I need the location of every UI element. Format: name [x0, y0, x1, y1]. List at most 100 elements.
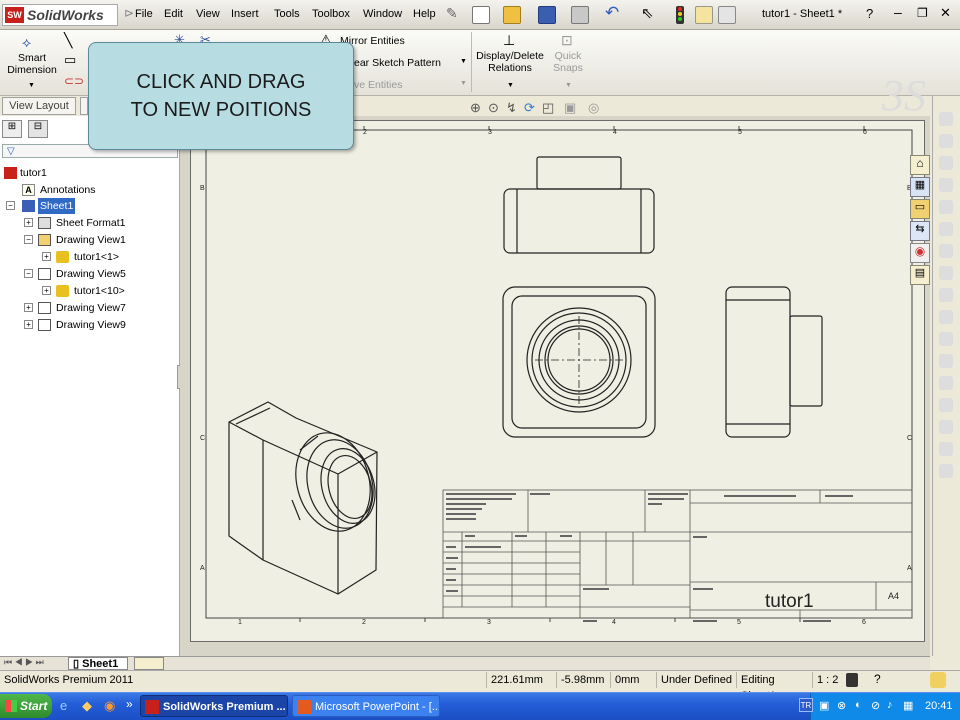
tool-icon[interactable]: [939, 442, 953, 456]
rebuild-traffic-light-icon[interactable]: [676, 6, 684, 24]
line-icon[interactable]: ╲: [64, 32, 72, 49]
tray-icon[interactable]: ◐: [855, 699, 862, 711]
design-library-icon[interactable]: ▦: [910, 177, 930, 197]
rebuild-icon[interactable]: ⟳: [524, 100, 535, 116]
sheet-nav-icons[interactable]: ⏮ ◀ ▶ ⏭: [4, 657, 44, 668]
tool-icon[interactable]: [939, 244, 953, 258]
move-entities-button[interactable]: ve Entities: [354, 79, 402, 91]
drawing-view-isometric[interactable]: [228, 401, 383, 595]
language-indicator[interactable]: TR: [799, 698, 813, 712]
smart-dimension-button[interactable]: Smart Dimension: [4, 52, 60, 76]
drawing-view-right[interactable]: [725, 286, 823, 438]
print-icon[interactable]: [571, 6, 589, 24]
menu-insert[interactable]: Insert: [231, 8, 259, 20]
menu-toolbox[interactable]: Toolbox: [312, 8, 350, 20]
chevron-down-icon[interactable]: ▼: [28, 82, 35, 89]
menu-help[interactable]: Help: [413, 8, 436, 20]
previous-view-icon[interactable]: ↯: [506, 100, 517, 116]
property-manager-tab-icon[interactable]: ⊟: [28, 120, 48, 138]
menu-file[interactable]: File: [135, 8, 153, 20]
rebuild-status-icon[interactable]: [846, 673, 858, 687]
undo-icon[interactable]: ↶: [605, 3, 619, 23]
collapse-icon[interactable]: −: [6, 201, 15, 210]
menu-window[interactable]: Window: [363, 8, 402, 20]
options-icon[interactable]: [718, 6, 736, 24]
home-icon[interactable]: ⌂: [910, 155, 930, 175]
linear-sketch-pattern-button[interactable]: ear Sketch Pattern: [354, 57, 441, 69]
tray-icon[interactable]: ▣: [819, 699, 829, 712]
quicklaunch-more-icon[interactable]: »: [126, 697, 133, 711]
expand-icon[interactable]: +: [24, 218, 33, 227]
tray-icon[interactable]: ⊘: [871, 699, 880, 712]
slot-icon[interactable]: ⊂⊃: [64, 74, 84, 88]
tray-icon[interactable]: ▦: [903, 699, 913, 712]
tab-next[interactable]: [80, 97, 88, 115]
hide-show-icon[interactable]: ◎: [588, 100, 599, 116]
solidworks-logo[interactable]: SW SolidWorks: [2, 4, 118, 26]
clock[interactable]: 20:41: [925, 700, 953, 712]
restore-icon[interactable]: ❐: [917, 6, 928, 20]
tool-icon[interactable]: [939, 134, 953, 148]
minimize-icon[interactable]: –: [894, 4, 902, 20]
tool-icon[interactable]: [939, 266, 953, 280]
start-button[interactable]: Start: [0, 694, 52, 718]
quicklaunch-icon[interactable]: ◆: [82, 698, 92, 714]
expand-icon[interactable]: +: [24, 320, 33, 329]
help-icon[interactable]: ?: [866, 6, 873, 21]
chevron-down-icon[interactable]: ▼: [460, 80, 467, 87]
taskbar-solidworks[interactable]: SolidWorks Premium ...: [140, 695, 288, 717]
tool-icon[interactable]: [939, 420, 953, 434]
tree-item-drawing-view7[interactable]: Drawing View7: [56, 300, 126, 316]
tool-icon[interactable]: [939, 178, 953, 192]
menu-tools[interactable]: Tools: [274, 8, 300, 20]
tray-icon[interactable]: ⊗: [837, 699, 846, 712]
drawing-canvas[interactable]: 2 3 4 5 6 1 2 3 4 5 6 B B C C A A: [190, 120, 925, 642]
menu-edit[interactable]: Edit: [164, 8, 183, 20]
help-status-icon[interactable]: ?: [874, 672, 881, 686]
collapse-icon[interactable]: −: [24, 269, 33, 278]
tree-root-label[interactable]: tutor1: [20, 165, 47, 181]
expand-icon[interactable]: +: [42, 252, 51, 261]
volume-icon[interactable]: ♪: [887, 699, 893, 711]
expand-icon[interactable]: +: [24, 303, 33, 312]
tool-icon[interactable]: [939, 112, 953, 126]
close-icon[interactable]: ✕: [940, 5, 951, 21]
view-palette-icon[interactable]: ⇆: [910, 221, 930, 241]
tree-item-drawing-view5[interactable]: Drawing View5: [56, 266, 126, 282]
rapid-dimension-icon[interactable]: [930, 672, 946, 688]
expand-icon[interactable]: +: [42, 286, 51, 295]
file-properties-icon[interactable]: [695, 6, 713, 24]
tool-icon[interactable]: [939, 354, 953, 368]
status-scale[interactable]: 1 : 2: [812, 672, 844, 688]
firefox-quicklaunch-icon[interactable]: ◉: [104, 698, 115, 714]
tree-item-annotations[interactable]: Annotations: [40, 182, 95, 198]
tree-item-tutor1-10[interactable]: tutor1<10>: [74, 283, 125, 299]
collapse-icon[interactable]: −: [24, 235, 33, 244]
taskbar-powerpoint[interactable]: Microsoft PowerPoint - [...: [292, 695, 440, 717]
rotate-icon[interactable]: ◰: [542, 100, 554, 116]
select-arrow-icon[interactable]: ⇖: [641, 4, 654, 22]
tool-icon[interactable]: [939, 310, 953, 324]
new-document-icon[interactable]: [472, 6, 490, 24]
rectangle-icon[interactable]: ▭: [64, 52, 76, 68]
appearances-icon[interactable]: ◉: [910, 243, 930, 263]
feature-manager-tab-icon[interactable]: ⊞: [2, 120, 22, 138]
zoom-area-icon[interactable]: ⊙: [488, 100, 499, 116]
chevron-down-icon[interactable]: ▼: [460, 58, 467, 65]
drawing-view-front[interactable]: [502, 286, 656, 438]
tool-icon[interactable]: [939, 376, 953, 390]
tree-item-sheet-format1[interactable]: Sheet Format1: [56, 215, 125, 231]
display-delete-relations-button[interactable]: Display/Delete Relations: [474, 50, 546, 74]
tree-item-sheet1[interactable]: Sheet1: [38, 198, 76, 214]
tool-icon[interactable]: [939, 200, 953, 214]
pin-icon[interactable]: ✎: [446, 5, 458, 22]
tool-icon[interactable]: [939, 156, 953, 170]
quick-snaps-button[interactable]: Quick Snaps: [548, 50, 588, 74]
add-sheet-tab-icon[interactable]: [134, 657, 164, 670]
chevron-down-icon[interactable]: ▼: [507, 82, 514, 89]
tab-sheet1[interactable]: ▯ Sheet1: [68, 657, 128, 670]
drawing-view-top[interactable]: [503, 156, 655, 254]
display-style-icon[interactable]: ▣: [564, 100, 576, 116]
tool-icon[interactable]: [939, 332, 953, 346]
menu-view[interactable]: View: [196, 8, 220, 20]
